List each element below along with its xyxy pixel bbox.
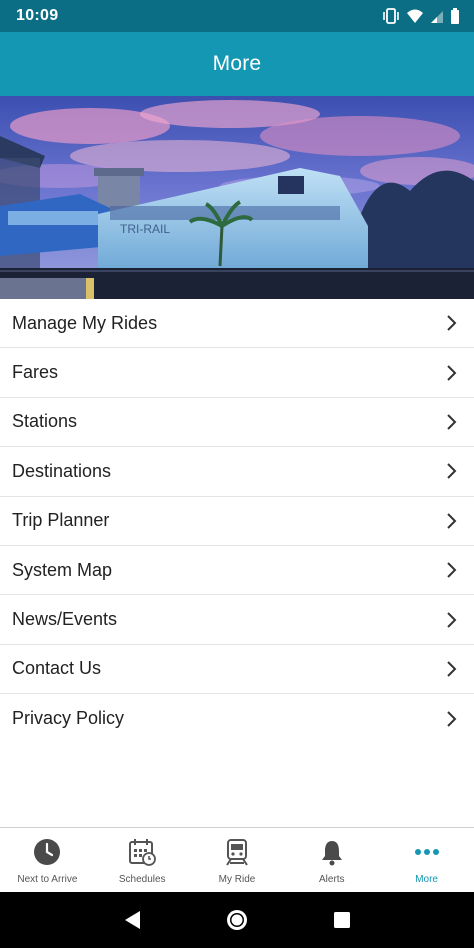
nav-alerts[interactable]: Alerts <box>284 828 379 892</box>
menu-item-system-map[interactable]: System Map <box>0 545 474 596</box>
menu-item-contact-us[interactable]: Contact Us <box>0 644 474 695</box>
chevron-right-icon <box>447 513 457 529</box>
menu-item-manage-my-rides[interactable]: Manage My Rides <box>0 299 474 349</box>
menu-item-label: Trip Planner <box>12 510 110 531</box>
nav-label: More <box>415 874 438 885</box>
chevron-right-icon <box>447 711 457 727</box>
menu-item-label: Destinations <box>12 460 112 481</box>
nav-schedules[interactable]: Schedules <box>95 828 190 892</box>
menu-item-label: News/Events <box>12 609 118 630</box>
nav-more[interactable]: More <box>379 828 474 892</box>
menu-item-fares[interactable]: Fares <box>0 348 474 398</box>
nav-label: Alerts <box>319 874 345 885</box>
more-dots-icon <box>413 838 441 866</box>
recents-icon[interactable] <box>332 910 352 930</box>
chevron-right-icon <box>447 611 457 628</box>
train-icon <box>223 838 251 866</box>
menu-item-news-events[interactable]: News/Events <box>0 595 474 645</box>
status-time: 10:09 <box>16 7 59 24</box>
nav-next-to-arrive[interactable]: Next to Arrive <box>0 828 95 892</box>
menu-item-label: Privacy Policy <box>12 708 125 729</box>
chevron-right-icon <box>447 414 457 430</box>
svg-text:TRI-RAIL: TRI-RAIL <box>120 222 170 236</box>
battery-icon <box>451 8 459 24</box>
vibrate-icon <box>383 8 399 24</box>
menu-item-privacy-policy[interactable]: Privacy Policy <box>0 694 474 744</box>
page-title: More <box>212 52 262 75</box>
signal-icon <box>431 11 443 23</box>
chevron-right-icon <box>447 562 457 578</box>
hero-image: TRI-RAIL <box>0 96 474 299</box>
train-photo: TRI-RAIL <box>0 96 474 299</box>
bottom-navigation: Next to Arrive Schedules My Ride Alerts … <box>0 827 474 892</box>
menu-item-label: Stations <box>12 411 78 432</box>
app-bar: More <box>0 32 474 96</box>
status-bar: 10:09 <box>0 0 474 32</box>
menu-item-label: System Map <box>12 559 113 580</box>
menu-item-label: Fares <box>12 362 59 383</box>
menu-item-label: Contact Us <box>12 658 102 679</box>
nav-label: Next to Arrive <box>17 874 78 885</box>
home-icon[interactable] <box>225 908 249 932</box>
chevron-right-icon <box>447 364 457 381</box>
chevron-right-icon <box>447 315 457 331</box>
clock-icon <box>33 838 61 866</box>
menu-item-trip-planner[interactable]: Trip Planner <box>0 496 474 546</box>
more-menu-list: Manage My Rides Fares Stations Destinati… <box>0 299 474 744</box>
nav-my-ride[interactable]: My Ride <box>190 828 285 892</box>
back-icon[interactable] <box>122 909 142 931</box>
menu-item-stations[interactable]: Stations <box>0 397 474 448</box>
nav-label: My Ride <box>218 874 256 885</box>
menu-item-label: Manage My Rides <box>12 312 158 333</box>
nav-label: Schedules <box>118 874 166 885</box>
menu-item-destinations[interactable]: Destinations <box>0 447 474 497</box>
wifi-icon <box>407 9 423 23</box>
system-navigation-bar <box>0 892 474 948</box>
chevron-right-icon <box>447 661 457 677</box>
bell-icon <box>318 838 346 866</box>
chevron-right-icon <box>447 463 457 480</box>
status-icons <box>382 7 460 25</box>
calendar-icon <box>128 838 157 866</box>
